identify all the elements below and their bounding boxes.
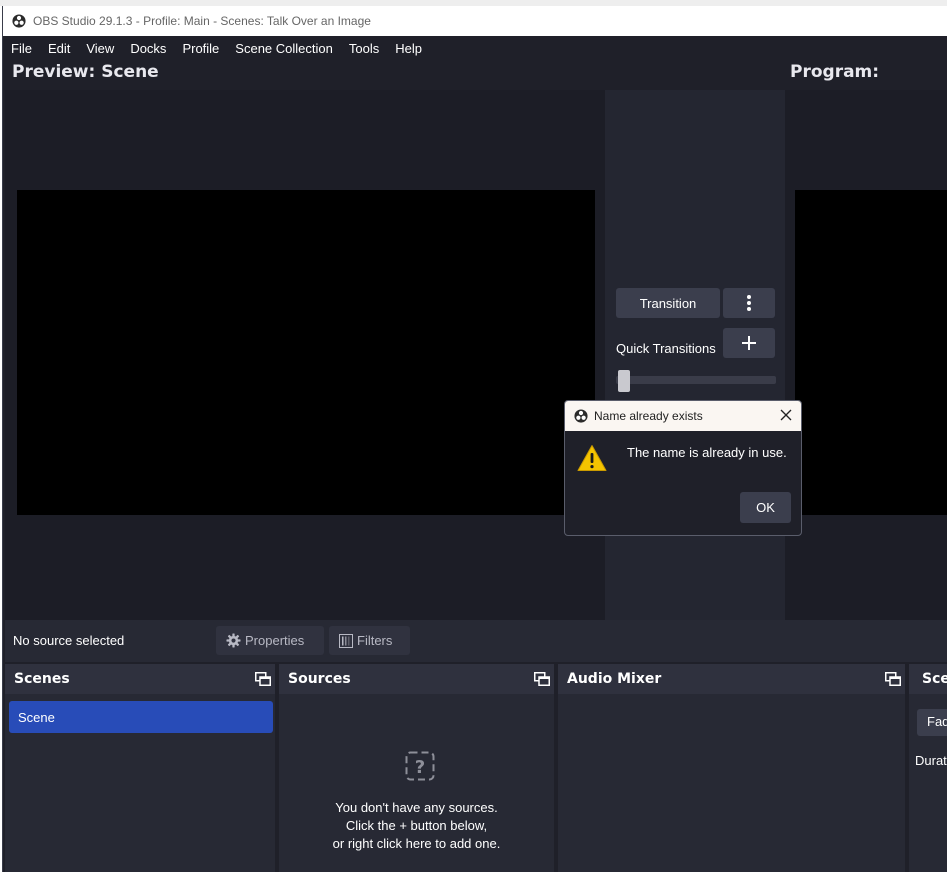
menu-bar: File Edit View Docks Profile Scene Colle… — [3, 36, 947, 60]
menu-edit[interactable]: Edit — [48, 41, 70, 56]
vertical-dots-icon — [747, 295, 751, 311]
menu-file[interactable]: File — [11, 41, 32, 56]
tbar-slider[interactable] — [616, 370, 776, 392]
warning-icon — [577, 445, 607, 471]
context-bar: No source selected Properties Filters — [5, 620, 947, 662]
transition-panel: Transition Quick Transitions — [605, 90, 785, 620]
dialog-message: The name is already in use. — [627, 445, 787, 460]
menu-docks[interactable]: Docks — [130, 41, 166, 56]
obs-logo-icon — [574, 409, 588, 423]
sources-dock[interactable]: Sources ? You don't have any sources. Cl… — [279, 664, 554, 872]
filters-button[interactable]: Filters — [329, 626, 410, 655]
preview-title: Preview: Scene — [12, 62, 159, 82]
menu-scene-collection[interactable]: Scene Collection — [235, 41, 333, 56]
filter-icon — [339, 633, 353, 648]
quick-transitions-label: Quick Transitions — [616, 341, 716, 356]
sources-dock-title: Sources — [288, 671, 351, 687]
transition-button[interactable]: Transition — [616, 288, 720, 318]
sources-empty-line-1: You don't have any sources. — [335, 800, 498, 815]
menu-view[interactable]: View — [86, 41, 114, 56]
preview-canvas[interactable] — [17, 190, 595, 515]
menu-tools[interactable]: Tools — [349, 41, 379, 56]
scene-transitions-dock-header[interactable]: Scene Transitions — [909, 664, 947, 694]
sources-empty-message: You don't have any sources. Click the + … — [279, 799, 554, 853]
undock-icon[interactable] — [255, 672, 271, 686]
plus-icon — [742, 336, 756, 350]
transition-more-button[interactable] — [723, 288, 775, 318]
properties-button[interactable]: Properties — [216, 626, 324, 655]
ok-button[interactable]: OK — [740, 492, 791, 523]
program-canvas — [795, 190, 947, 515]
undock-icon[interactable] — [885, 672, 901, 686]
scene-transitions-dock-title: Scene Transitions — [922, 671, 947, 687]
duration-label: Duration — [915, 753, 947, 768]
tbar-handle[interactable] — [618, 370, 630, 392]
transition-type-select[interactable]: Fade — [917, 709, 947, 736]
no-source-label: No source selected — [13, 633, 125, 648]
audio-mixer-dock: Audio Mixer — [558, 664, 905, 872]
window-title: OBS Studio 29.1.3 - Profile: Main - Scen… — [33, 14, 371, 28]
add-quick-transition-button[interactable] — [723, 328, 775, 358]
program-area — [785, 90, 947, 620]
scene-list-item[interactable]: Scene — [9, 701, 273, 733]
menu-profile[interactable]: Profile — [182, 41, 219, 56]
menu-help[interactable]: Help — [395, 41, 422, 56]
preview-area[interactable] — [5, 90, 605, 620]
sources-empty-line-2: Click the + button below, — [345, 818, 488, 833]
audio-mixer-dock-title: Audio Mixer — [567, 671, 662, 687]
sources-dock-header[interactable]: Sources — [279, 664, 554, 694]
scenes-dock-title: Scenes — [14, 671, 70, 687]
scenes-dock: Scenes Scene — [5, 664, 275, 872]
window-titlebar[interactable]: OBS Studio 29.1.3 - Profile: Main - Scen… — [3, 6, 947, 36]
svg-text:?: ? — [415, 757, 425, 778]
undock-icon[interactable] — [534, 672, 550, 686]
filters-label: Filters — [357, 633, 393, 648]
scene-transitions-dock: Scene Transitions Fade Duration — [909, 664, 947, 872]
name-exists-dialog: Name already exists The name is already … — [564, 400, 802, 536]
dialog-title: Name already exists — [594, 409, 703, 423]
obs-logo-icon — [12, 14, 26, 28]
obs-main-window: OBS Studio 29.1.3 - Profile: Main - Scen… — [2, 6, 947, 872]
scenes-dock-header[interactable]: Scenes — [5, 664, 275, 694]
sources-empty-line-3: or right click here to add one. — [332, 836, 501, 851]
dialog-titlebar[interactable]: Name already exists — [565, 401, 801, 431]
gear-icon — [226, 633, 241, 648]
audio-mixer-dock-header[interactable]: Audio Mixer — [558, 664, 905, 694]
program-title: Program: — [790, 62, 880, 82]
close-icon[interactable] — [779, 408, 793, 422]
question-icon: ? — [405, 751, 435, 781]
properties-label: Properties — [245, 633, 305, 648]
